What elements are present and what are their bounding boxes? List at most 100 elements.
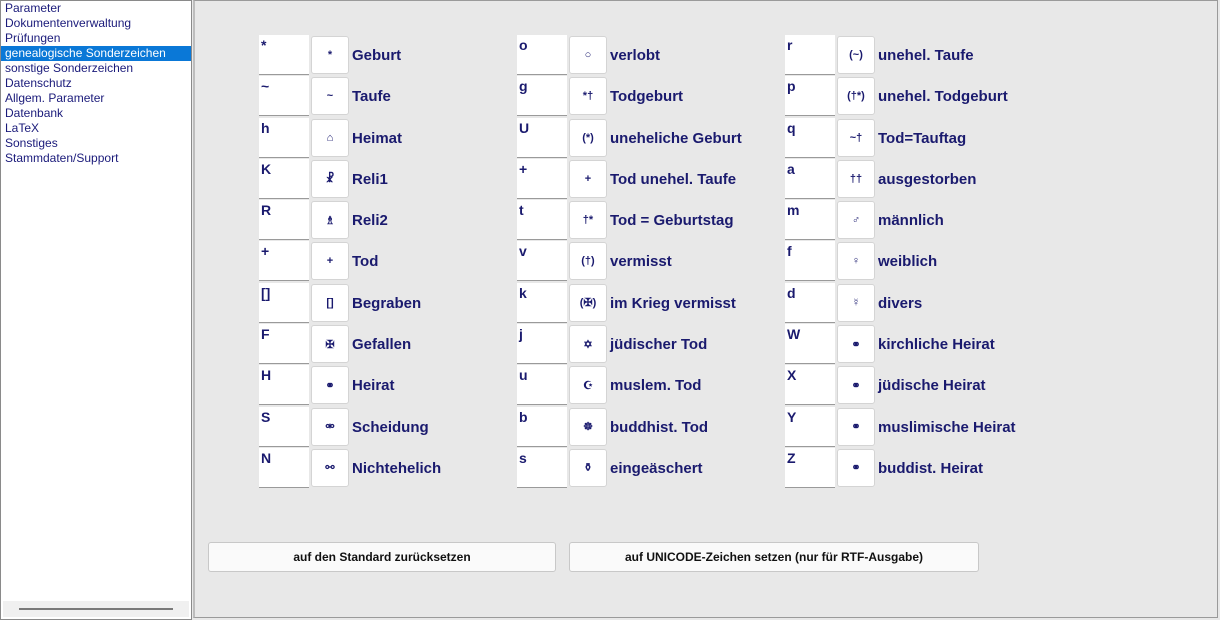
symbol-button[interactable]: []: [311, 283, 349, 322]
symbol-button[interactable]: ☧: [311, 159, 349, 198]
symbol-label: Begraben: [352, 294, 422, 312]
sidebar-item-sonstige-sonderzeichen[interactable]: sonstige Sonderzeichen: [1, 61, 191, 76]
code-input[interactable]: W: [785, 324, 835, 365]
code-input[interactable]: k: [517, 282, 567, 323]
symbol-button[interactable]: ♀: [837, 242, 875, 281]
symbol-button[interactable]: ♗: [311, 201, 349, 240]
code-input[interactable]: H: [259, 365, 309, 406]
code-input[interactable]: a: [785, 158, 835, 199]
symbol-button[interactable]: ☸: [569, 407, 607, 446]
code-input[interactable]: ~: [259, 76, 309, 117]
code-input[interactable]: t: [517, 200, 567, 241]
symbol-button[interactable]: *: [311, 36, 349, 74]
symbol-button[interactable]: ✡: [569, 325, 607, 364]
symbol-button[interactable]: ⚯: [311, 448, 349, 487]
symbol-label: Todgeburt: [610, 88, 684, 106]
code-input[interactable]: Y: [785, 406, 835, 447]
code-input[interactable]: K: [259, 158, 309, 199]
code-input[interactable]: U: [517, 117, 567, 158]
sidebar-item-pruefungen[interactable]: Prüfungen: [1, 31, 191, 46]
code-input[interactable]: N: [259, 447, 309, 488]
code-input[interactable]: g: [517, 76, 567, 117]
symbol-button[interactable]: ⚭: [837, 325, 875, 364]
symbol-button[interactable]: (*): [569, 118, 607, 157]
set-unicode-button[interactable]: auf UNICODE-Zeichen setzen (nur für RTF-…: [569, 542, 979, 572]
symbol-button[interactable]: ⚱: [569, 448, 607, 487]
symbol-label: Reli2: [352, 212, 388, 230]
code-input[interactable]: u: [517, 365, 567, 406]
symbol-button[interactable]: ⚭: [837, 366, 875, 405]
symbol-button[interactable]: ☿: [837, 283, 875, 322]
symbol-button[interactable]: ☪: [569, 366, 607, 405]
sidebar-item-parameter[interactable]: Parameter: [1, 1, 191, 16]
symbol-button[interactable]: +: [311, 242, 349, 281]
code-input[interactable]: R: [259, 200, 309, 241]
code-input[interactable]: Z: [785, 447, 835, 488]
sidebar-item-sonstiges[interactable]: Sonstiges: [1, 136, 191, 151]
code-input[interactable]: d: [785, 282, 835, 323]
reset-default-button[interactable]: auf den Standard zurücksetzen: [208, 542, 556, 572]
symbol-label: Tod: [352, 253, 379, 271]
symbol-label: buddist. Heirat: [878, 459, 984, 477]
symbol-button[interactable]: ⚭: [837, 407, 875, 446]
sidebar-horizontal-scrollbar[interactable]: [3, 601, 189, 617]
symbol-label: Heimat: [352, 129, 403, 147]
symbol-label: verlobt: [610, 47, 661, 64]
sidebar-item-latex[interactable]: LaTeX: [1, 121, 191, 136]
symbol-label: Tod=Tauftag: [878, 129, 967, 147]
sidebar-item-datenbank[interactable]: Datenbank: [1, 106, 191, 121]
symbol-label: unehel. Taufe: [878, 47, 974, 64]
symbol-button[interactable]: (†): [569, 242, 607, 281]
code-input[interactable]: +: [259, 241, 309, 282]
symbol-button[interactable]: (~): [837, 36, 875, 74]
code-input[interactable]: []: [259, 282, 309, 323]
symbol-button[interactable]: ~†: [837, 118, 875, 157]
sidebar-item-stammdaten-support[interactable]: Stammdaten/Support: [1, 151, 191, 166]
symbol-label: Nichtehelich: [352, 459, 442, 477]
symbol-button[interactable]: ⚭: [837, 448, 875, 487]
sidebar-tree[interactable]: Parameter Dokumentenverwaltung Prüfungen…: [0, 0, 192, 620]
symbol-button[interactable]: ††: [837, 159, 875, 198]
symbol-label: Tod unehel. Taufe: [610, 170, 737, 188]
symbol-label: ausgestorben: [878, 170, 977, 188]
symbol-label: buddhist. Tod: [610, 418, 709, 436]
symbol-button[interactable]: ⌂: [311, 118, 349, 157]
code-input[interactable]: v: [517, 241, 567, 282]
symbol-button[interactable]: ✠: [311, 325, 349, 364]
code-input[interactable]: F: [259, 324, 309, 365]
code-input[interactable]: h: [259, 117, 309, 158]
code-input[interactable]: q: [785, 117, 835, 158]
symbol-label: im Krieg vermisst: [610, 294, 736, 312]
code-input[interactable]: o: [517, 35, 567, 75]
code-input[interactable]: r: [785, 35, 835, 75]
symbol-button[interactable]: †*: [569, 201, 607, 240]
symbol-button[interactable]: (†*): [837, 77, 875, 116]
code-input[interactable]: X: [785, 365, 835, 406]
symbol-button[interactable]: ⚮: [311, 407, 349, 446]
code-input[interactable]: p: [785, 76, 835, 117]
symbol-label: Scheidung: [352, 418, 429, 436]
code-input[interactable]: *: [259, 35, 309, 75]
symbol-button[interactable]: ~: [311, 77, 349, 116]
code-input[interactable]: m: [785, 200, 835, 241]
code-input[interactable]: +: [517, 158, 567, 199]
symbol-label: Reli1: [352, 170, 388, 188]
symbol-button[interactable]: ⚭: [311, 366, 349, 405]
code-input[interactable]: b: [517, 406, 567, 447]
sidebar-item-datenschutz[interactable]: Datenschutz: [1, 76, 191, 91]
symbol-label: divers: [878, 294, 923, 312]
code-input[interactable]: S: [259, 406, 309, 447]
code-input[interactable]: f: [785, 241, 835, 282]
scrollbar-thumb[interactable]: [19, 608, 173, 610]
symbol-button[interactable]: ○: [569, 36, 607, 74]
symbol-button[interactable]: *†: [569, 77, 607, 116]
symbol-button[interactable]: ♂: [837, 201, 875, 240]
symbol-button[interactable]: +: [569, 159, 607, 198]
sidebar-item-genealogische-sonderzeichen[interactable]: genealogische Sonderzeichen: [1, 46, 191, 61]
symbol-label: weiblich: [878, 253, 938, 271]
sidebar-item-allgem-parameter[interactable]: Allgem. Parameter: [1, 91, 191, 106]
code-input[interactable]: j: [517, 324, 567, 365]
sidebar-item-dokumentenverwaltung[interactable]: Dokumentenverwaltung: [1, 16, 191, 31]
symbol-button[interactable]: (✠): [569, 283, 607, 322]
code-input[interactable]: s: [517, 447, 567, 488]
